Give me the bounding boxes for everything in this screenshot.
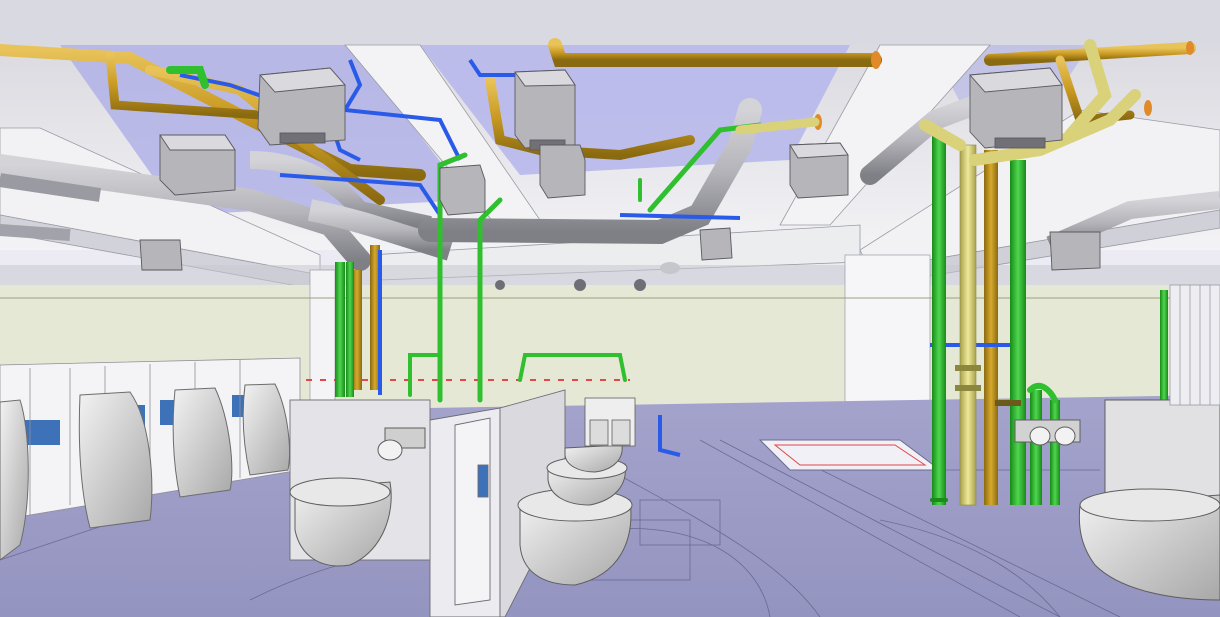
back-sinks <box>584 397 636 447</box>
right-slatted-panel <box>1169 284 1220 406</box>
bim-3d-viewport[interactable] <box>0 0 1220 617</box>
restroom-mep-model <box>0 0 1220 617</box>
